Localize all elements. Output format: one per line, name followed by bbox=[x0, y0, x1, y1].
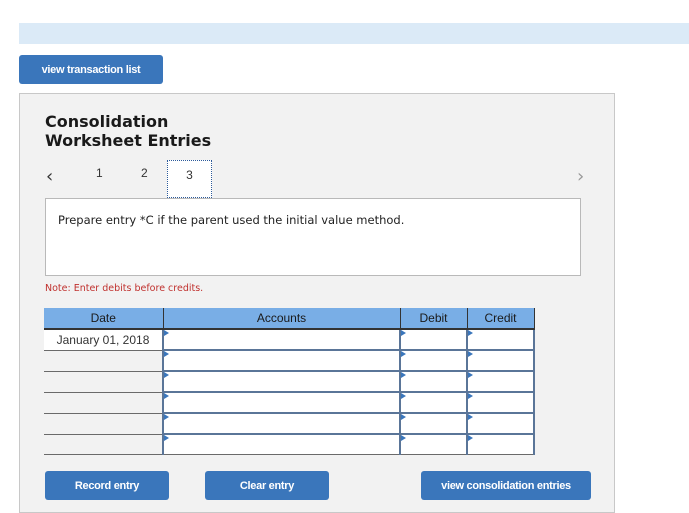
input-marker-icon bbox=[468, 435, 473, 441]
column-header-accounts: Accounts bbox=[163, 308, 401, 330]
account-cell[interactable] bbox=[162, 349, 403, 372]
credit-cell[interactable] bbox=[466, 349, 537, 372]
account-cell[interactable] bbox=[162, 328, 403, 351]
dropdown-marker-icon bbox=[164, 351, 169, 357]
date-cell bbox=[44, 413, 164, 435]
title-line-2: Worksheet Entries bbox=[45, 131, 212, 150]
date-cell bbox=[44, 371, 164, 393]
column-header-credit: Credit bbox=[467, 308, 535, 330]
view-transaction-list-button[interactable]: view transaction list bbox=[19, 55, 163, 84]
account-input[interactable] bbox=[164, 330, 403, 349]
date-cell bbox=[44, 350, 164, 372]
table-row: January 01, 2018 bbox=[44, 328, 537, 351]
dropdown-marker-icon bbox=[164, 330, 169, 336]
account-cell[interactable] bbox=[162, 412, 403, 435]
account-cell[interactable] bbox=[162, 370, 403, 393]
credit-input[interactable] bbox=[468, 393, 537, 412]
input-marker-icon bbox=[468, 330, 473, 336]
debit-cell[interactable] bbox=[399, 370, 470, 393]
input-marker-icon bbox=[468, 351, 473, 357]
column-header-debit: Debit bbox=[400, 308, 468, 330]
credit-cell[interactable] bbox=[466, 412, 537, 435]
chevron-right-icon[interactable]: › bbox=[577, 166, 584, 187]
credit-input[interactable] bbox=[468, 330, 537, 349]
journal-entry-table: Date Accounts Debit Credit January 01, 2… bbox=[44, 308, 537, 455]
consolidation-worksheet-panel: Consolidation Worksheet Entries ‹ 1 2 3 … bbox=[19, 93, 615, 513]
dropdown-marker-icon bbox=[164, 372, 169, 378]
column-header-date: Date bbox=[44, 308, 164, 330]
debit-cell[interactable] bbox=[399, 412, 470, 435]
credit-input[interactable] bbox=[468, 372, 537, 391]
account-input[interactable] bbox=[164, 393, 403, 412]
dropdown-marker-icon bbox=[164, 414, 169, 420]
note-text: Note: Enter debits before credits. bbox=[45, 283, 204, 294]
input-marker-icon bbox=[468, 414, 473, 420]
record-entry-button[interactable]: Record entry bbox=[45, 471, 169, 500]
debit-cell[interactable] bbox=[399, 433, 470, 455]
date-cell bbox=[44, 434, 164, 455]
account-input[interactable] bbox=[164, 435, 403, 454]
clear-entry-button[interactable]: Clear entry bbox=[205, 471, 329, 500]
tab-3-active[interactable]: 3 bbox=[167, 160, 212, 198]
input-marker-icon bbox=[401, 372, 406, 378]
input-marker-icon bbox=[468, 393, 473, 399]
credit-cell[interactable] bbox=[466, 391, 537, 414]
account-input[interactable] bbox=[164, 351, 403, 370]
table-row bbox=[44, 433, 537, 455]
input-marker-icon bbox=[401, 351, 406, 357]
dropdown-marker-icon bbox=[164, 435, 169, 441]
tab-2[interactable]: 2 bbox=[141, 166, 148, 180]
input-marker-icon bbox=[401, 435, 406, 441]
debit-input[interactable] bbox=[401, 372, 470, 391]
table-row bbox=[44, 412, 537, 435]
debit-input[interactable] bbox=[401, 414, 470, 433]
title-line-1: Consolidation bbox=[45, 112, 169, 131]
credit-input[interactable] bbox=[468, 351, 537, 370]
table-row bbox=[44, 391, 537, 414]
dropdown-marker-icon bbox=[164, 393, 169, 399]
date-cell bbox=[44, 392, 164, 414]
chevron-left-icon[interactable]: ‹ bbox=[46, 166, 53, 187]
account-input[interactable] bbox=[164, 414, 403, 433]
instruction-box: Prepare entry *C if the parent used the … bbox=[45, 198, 581, 276]
account-cell[interactable] bbox=[162, 391, 403, 414]
credit-cell[interactable] bbox=[466, 433, 537, 455]
panel-title: Consolidation Worksheet Entries bbox=[45, 112, 211, 150]
input-marker-icon bbox=[468, 372, 473, 378]
credit-input[interactable] bbox=[468, 414, 537, 433]
credit-cell[interactable] bbox=[466, 370, 537, 393]
table-row bbox=[44, 370, 537, 393]
top-banner bbox=[19, 23, 689, 44]
debit-input[interactable] bbox=[401, 330, 470, 349]
account-input[interactable] bbox=[164, 372, 403, 391]
debit-input[interactable] bbox=[401, 351, 470, 370]
credit-cell[interactable] bbox=[466, 328, 537, 351]
tab-1[interactable]: 1 bbox=[96, 166, 103, 180]
account-cell[interactable] bbox=[162, 433, 403, 455]
credit-input[interactable] bbox=[468, 435, 537, 454]
input-marker-icon bbox=[401, 330, 406, 336]
table-row bbox=[44, 349, 537, 372]
table-header-row: Date Accounts Debit Credit bbox=[44, 308, 535, 330]
instruction-text: Prepare entry *C if the parent used the … bbox=[58, 213, 405, 227]
debit-cell[interactable] bbox=[399, 328, 470, 351]
view-consolidation-entries-button[interactable]: view consolidation entries bbox=[421, 471, 591, 500]
date-cell: January 01, 2018 bbox=[44, 329, 164, 351]
debit-input[interactable] bbox=[401, 393, 470, 412]
debit-cell[interactable] bbox=[399, 349, 470, 372]
debit-input[interactable] bbox=[401, 435, 470, 454]
debit-cell[interactable] bbox=[399, 391, 470, 414]
input-marker-icon bbox=[401, 414, 406, 420]
input-marker-icon bbox=[401, 393, 406, 399]
